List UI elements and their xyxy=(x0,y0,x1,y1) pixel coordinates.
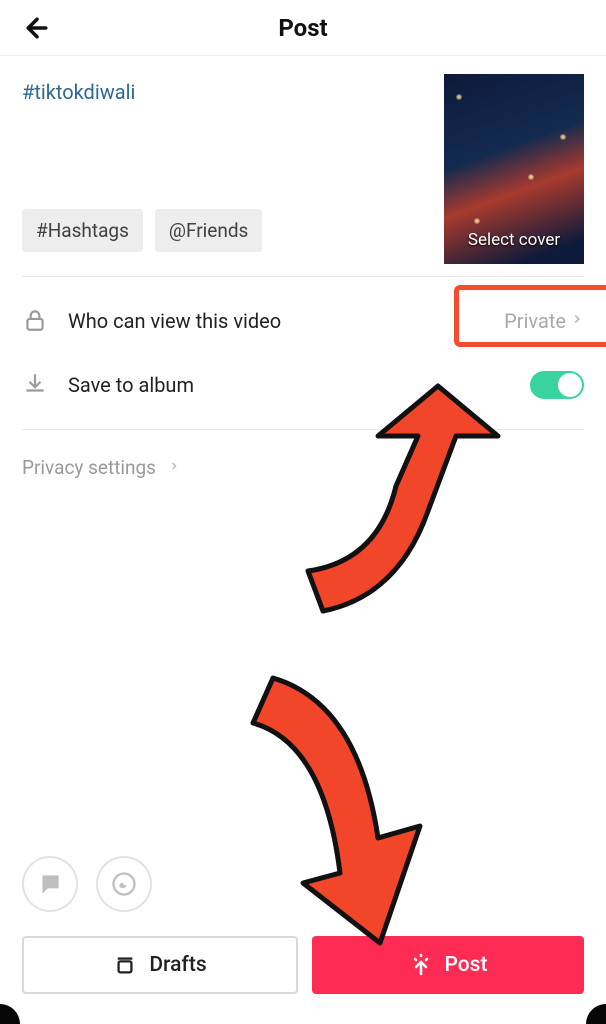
save-album-toggle[interactable] xyxy=(530,371,584,399)
lock-icon xyxy=(22,307,50,335)
privacy-label: Who can view this video xyxy=(68,309,281,333)
friends-chip[interactable]: @Friends xyxy=(155,209,262,252)
post-label: Post xyxy=(445,953,488,977)
privacy-settings-link[interactable]: Privacy settings xyxy=(0,442,606,489)
privacy-row[interactable]: Who can view this video Private xyxy=(0,289,606,353)
privacy-settings-label: Privacy settings xyxy=(22,456,156,479)
post-button[interactable]: Post xyxy=(312,936,584,994)
save-album-label: Save to album xyxy=(68,373,194,397)
divider xyxy=(22,429,584,430)
chevron-right-icon xyxy=(570,309,584,333)
back-button[interactable] xyxy=(18,9,56,47)
video-cover[interactable]: Select cover xyxy=(444,74,584,264)
toggle-knob xyxy=(558,373,582,397)
save-album-row[interactable]: Save to album xyxy=(0,353,606,417)
drafts-button[interactable]: Drafts xyxy=(22,936,298,994)
header: Post xyxy=(0,0,606,56)
chat-icon xyxy=(37,871,63,897)
share-row xyxy=(22,856,152,912)
drafts-label: Drafts xyxy=(149,953,206,977)
whatsapp-icon xyxy=(110,870,138,898)
chevron-right-icon xyxy=(168,456,180,479)
hashtags-chip[interactable]: #Hashtags xyxy=(22,209,143,252)
privacy-value: Private xyxy=(504,309,566,333)
drafts-icon xyxy=(113,954,137,976)
page-title: Post xyxy=(278,14,327,42)
bottom-button-row: Drafts Post xyxy=(22,936,584,994)
arrow-left-icon xyxy=(22,13,52,43)
annotation-arrow-bottom xyxy=(208,658,428,958)
caption-row: #tiktokdiwali #Hashtags @Friends Select … xyxy=(0,56,606,264)
download-icon xyxy=(22,371,50,399)
caption-hashtag[interactable]: #tiktokdiwali xyxy=(22,80,428,104)
share-whatsapp-button[interactable] xyxy=(96,856,152,912)
share-chat-button[interactable] xyxy=(22,856,78,912)
cover-label: Select cover xyxy=(468,230,560,250)
post-icon xyxy=(409,953,433,977)
divider xyxy=(22,276,584,277)
